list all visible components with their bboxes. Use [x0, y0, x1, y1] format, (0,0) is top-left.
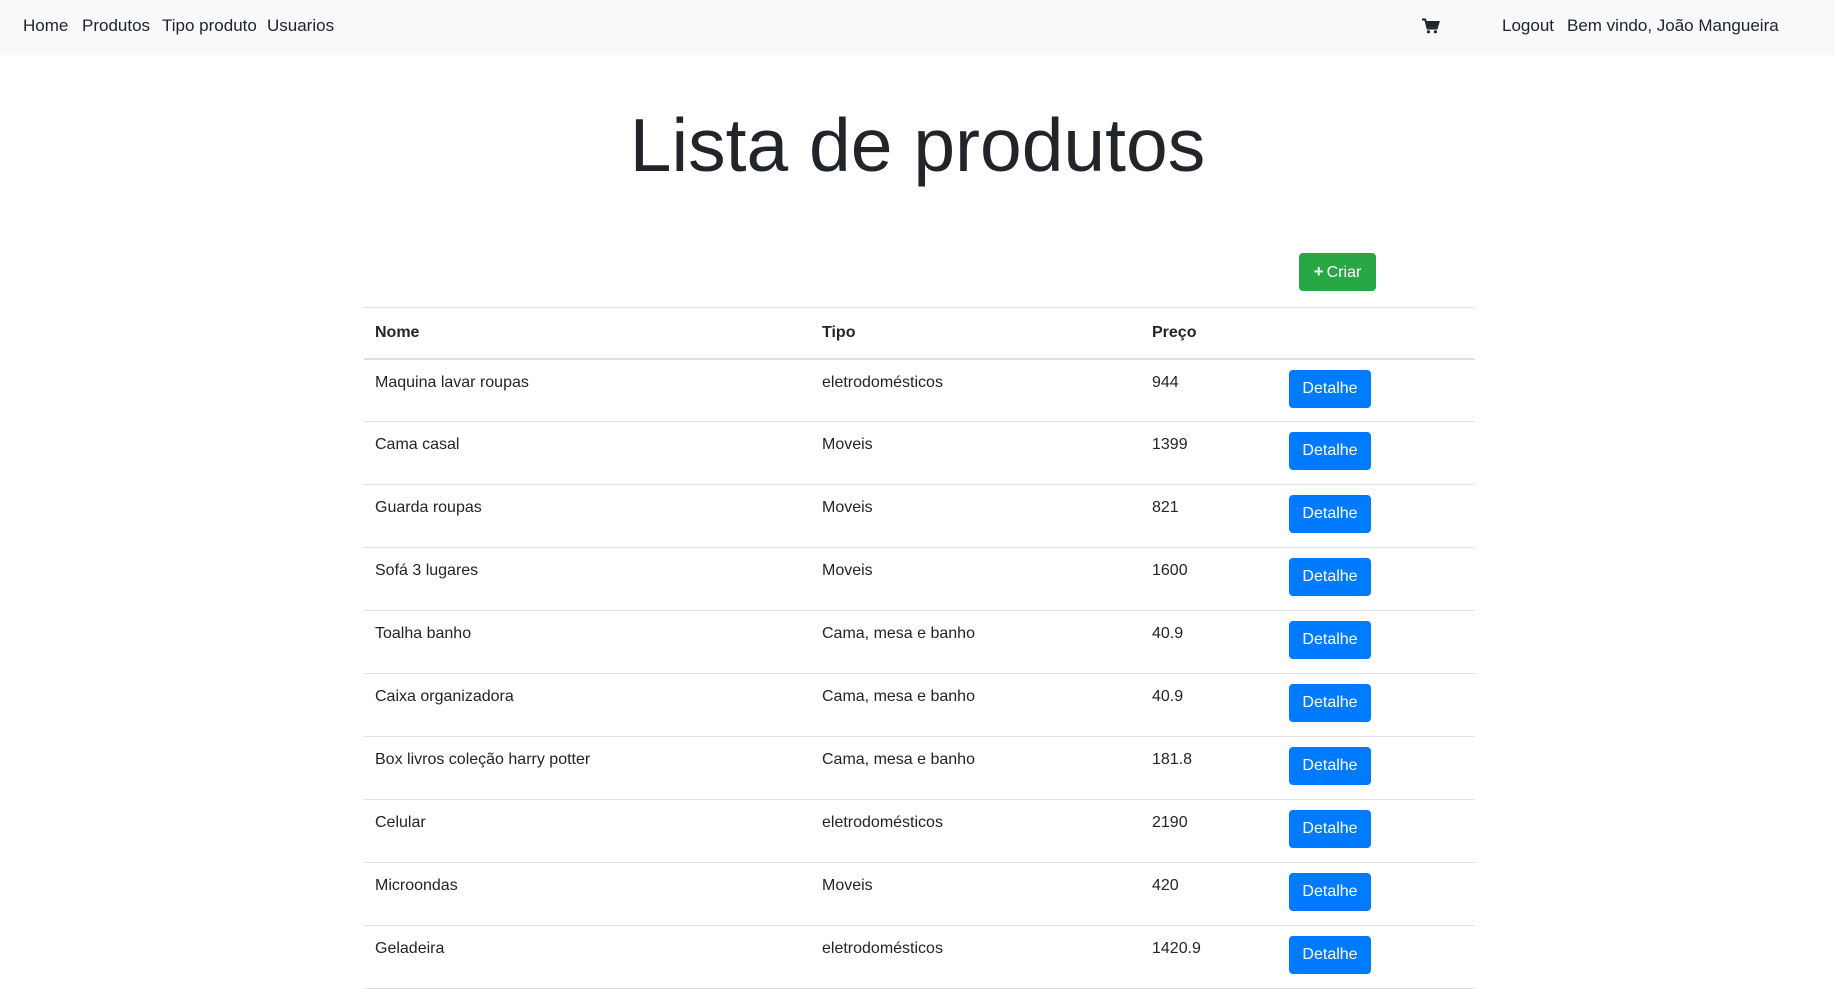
- cell-preco: 420: [1141, 862, 1277, 926]
- welcome-text: Bem vindo, João Mangueira: [1567, 16, 1779, 35]
- page-title: Lista de produtos: [629, 103, 1206, 187]
- cell-nome: Maquina lavar roupas: [364, 358, 811, 422]
- detail-button[interactable]: Detalhe: [1289, 621, 1371, 659]
- cell-preco: 1399: [1141, 421, 1277, 485]
- table-row: Toalha banho Cama, mesa e banho 40.9 Detalh…: [364, 610, 1475, 674]
- cell-preco: 40.9: [1141, 673, 1277, 737]
- table-row: Box livros coleção harry potter Cama, mes…: [364, 736, 1475, 800]
- column-header-nome: Nome: [364, 307, 811, 360]
- create-button[interactable]: + Criar: [1299, 253, 1376, 291]
- cell-nome: Sofá 3 lugares: [364, 547, 811, 611]
- cell-tipo: Moveis: [811, 421, 1141, 485]
- table-header-row: Nome Tipo Preço: [364, 307, 1475, 360]
- cell-tipo: Moveis: [811, 484, 1141, 548]
- cell-tipo: eletrodomésticos: [811, 799, 1141, 863]
- cell-action: Detalhe: [1277, 358, 1475, 422]
- detail-button[interactable]: Detalhe: [1289, 936, 1371, 974]
- cell-preco: 1420.9: [1141, 925, 1277, 989]
- nav-home[interactable]: Home: [23, 16, 68, 36]
- cell-nome: Guarda roupas: [364, 484, 811, 548]
- nav-usuarios[interactable]: Usuarios: [267, 16, 334, 36]
- table-row: Cama casal Moveis 1399 Detalhe: [364, 421, 1475, 485]
- cell-action: Detalhe: [1277, 421, 1475, 485]
- cell-nome: Caixa organizadora: [364, 673, 811, 737]
- nav-logout[interactable]: Logout: [1502, 16, 1554, 36]
- cell-nome: Box livros coleção harry potter: [364, 736, 811, 800]
- table-row: Caixa organizadora Cama, mesa e banho 40.9…: [364, 673, 1475, 737]
- cell-action: Detalhe: [1277, 484, 1475, 548]
- cell-preco: 181.8: [1141, 736, 1277, 800]
- cell-action: Detalhe: [1277, 925, 1475, 989]
- products-table: Nome Tipo Preço Maquina lavar roupas elet…: [364, 307, 1475, 989]
- detail-button[interactable]: Detalhe: [1289, 495, 1371, 533]
- navbar: Home Produtos Tipo produto Usuarios Logo…: [0, 0, 1835, 55]
- cell-preco: 821: [1141, 484, 1277, 548]
- plus-icon: +: [1313, 262, 1324, 281]
- cell-preco: 2190: [1141, 799, 1277, 863]
- cell-preco: 40.9: [1141, 610, 1277, 674]
- cell-tipo: eletrodomésticos: [811, 925, 1141, 989]
- cell-action: Detalhe: [1277, 673, 1475, 737]
- table-row: Sofá 3 lugares Moveis 1600 Detalhe: [364, 547, 1475, 611]
- nav-tipo-produto[interactable]: Tipo produto: [162, 16, 257, 36]
- detail-button[interactable]: Detalhe: [1289, 558, 1371, 596]
- table-row: Celular eletrodomésticos 2190 Detalhe: [364, 799, 1475, 863]
- cell-preco: 944: [1141, 358, 1277, 422]
- detail-button[interactable]: Detalhe: [1289, 369, 1371, 408]
- cell-action: Detalhe: [1277, 862, 1475, 926]
- table-body: Maquina lavar roupas eletrodomésticos 944 D…: [364, 358, 1475, 989]
- cell-nome: Cama casal: [364, 421, 811, 485]
- products-table-container: Nome Tipo Preço Maquina lavar roupas elet…: [364, 307, 1475, 989]
- cell-tipo: Moveis: [811, 862, 1141, 926]
- column-header-actions: [1277, 307, 1475, 360]
- cell-tipo: Cama, mesa e banho: [811, 610, 1141, 674]
- cell-nome: Microondas: [364, 862, 811, 926]
- table-row: Microondas Moveis 420 Detalhe: [364, 862, 1475, 926]
- cell-tipo: Moveis: [811, 547, 1141, 611]
- cell-action: Detalhe: [1277, 799, 1475, 863]
- cell-preco: 1600: [1141, 547, 1277, 611]
- cell-tipo: eletrodomésticos: [811, 358, 1141, 422]
- table-row: Guarda roupas Moveis 821 Detalhe: [364, 484, 1475, 548]
- create-button-label: Criar: [1326, 264, 1362, 281]
- shopping-cart-icon[interactable]: [1422, 18, 1440, 34]
- detail-button[interactable]: Detalhe: [1289, 873, 1371, 911]
- cell-action: Detalhe: [1277, 547, 1475, 611]
- nav-produtos[interactable]: Produtos: [82, 16, 150, 36]
- column-header-preco: Preço: [1141, 307, 1277, 360]
- detail-button[interactable]: Detalhe: [1289, 432, 1371, 470]
- table-row: Maquina lavar roupas eletrodomésticos 944 D…: [364, 358, 1475, 422]
- cell-tipo: Cama, mesa e banho: [811, 673, 1141, 737]
- cell-nome: Toalha banho: [364, 610, 811, 674]
- detail-button[interactable]: Detalhe: [1289, 747, 1371, 785]
- cell-nome: Celular: [364, 799, 811, 863]
- column-header-tipo: Tipo: [811, 307, 1141, 360]
- detail-button[interactable]: Detalhe: [1289, 810, 1371, 848]
- cell-nome: Geladeira: [364, 925, 811, 989]
- cell-action: Detalhe: [1277, 610, 1475, 674]
- cell-action: Detalhe: [1277, 736, 1475, 800]
- cell-tipo: Cama, mesa e banho: [811, 736, 1141, 800]
- detail-button[interactable]: Detalhe: [1289, 684, 1371, 722]
- table-row: Geladeira eletrodomésticos 1420.9 Detalhe: [364, 925, 1475, 989]
